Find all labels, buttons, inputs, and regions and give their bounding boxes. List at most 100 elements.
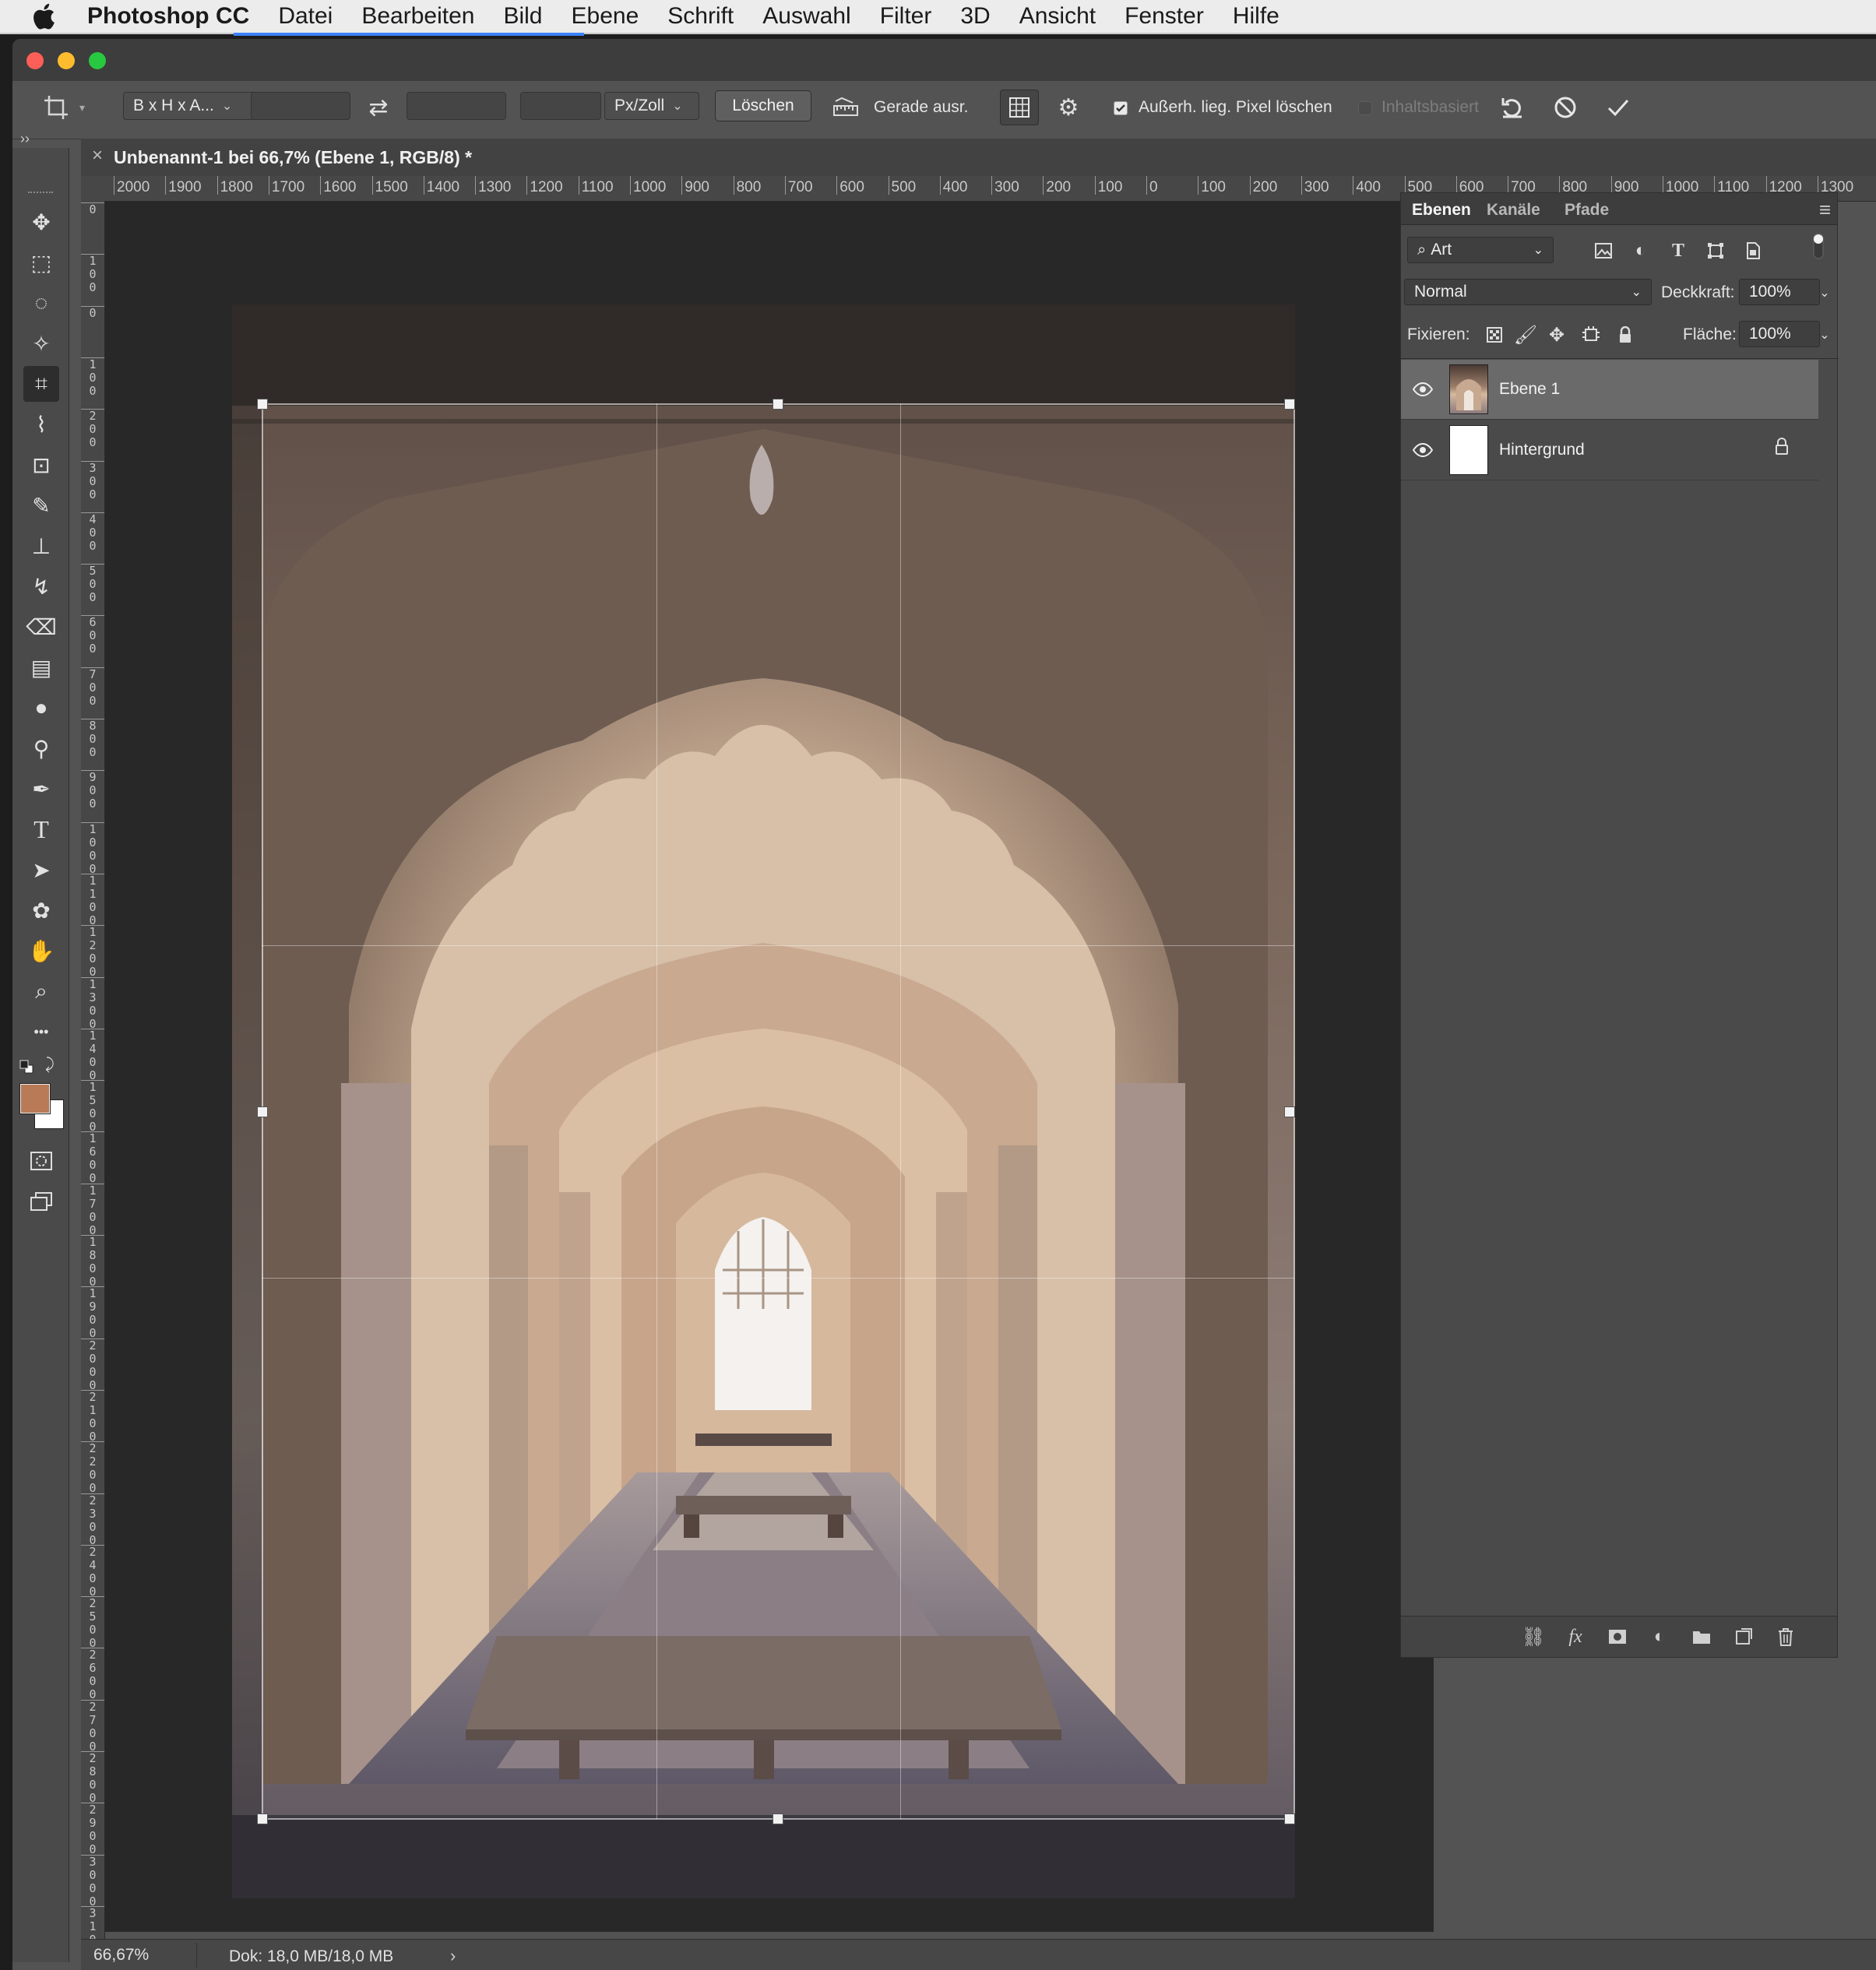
filter-adjustment-layers-icon[interactable]: ◐ (1628, 238, 1653, 263)
swap-dimensions-icon[interactable]: ⇄ (363, 92, 394, 123)
document-size-info[interactable]: Dok: 18,0 MB/18,0 MB (229, 1947, 393, 1966)
new-group-folder-icon[interactable] (1689, 1624, 1714, 1649)
clear-button[interactable]: Löschen (715, 90, 811, 121)
document-tab[interactable]: × Unbenannt-1 bei 66,7% (Ebene 1, RGB/8)… (81, 139, 1876, 176)
content-aware-checkbox[interactable] (1358, 101, 1372, 115)
dodge-tool-icon[interactable]: ⚲ (23, 730, 59, 766)
eraser-tool-icon[interactable]: ⌫ (23, 609, 59, 645)
history-brush-tool-icon[interactable]: ↯ (23, 568, 59, 604)
layer-name[interactable]: Ebene 1 (1499, 380, 1560, 399)
collapse-toolbar-icon[interactable]: ›› (20, 131, 30, 147)
layer-row-ebene-1[interactable]: Ebene 1 (1401, 360, 1818, 420)
vertical-ruler[interactable]: 0100010020030040050060070080090010001100… (81, 201, 105, 1970)
lock-all-icon[interactable] (1613, 322, 1638, 347)
add-mask-icon[interactable] (1605, 1624, 1630, 1649)
pen-tool-icon[interactable]: ✒ (23, 771, 59, 807)
gradient-tool-icon[interactable]: ▤ (23, 649, 59, 685)
default-colors-icon[interactable] (19, 1059, 34, 1075)
crop-handle-left[interactable] (257, 1106, 268, 1117)
lasso-tool-icon[interactable]: ◌ (23, 285, 59, 321)
layer-row-hintergrund[interactable]: Hintergrund (1401, 420, 1818, 480)
status-menu-chevron-icon[interactable]: › (450, 1946, 456, 1966)
crop-handle-bottom-right[interactable] (1284, 1813, 1295, 1824)
menu-filter[interactable]: Filter (880, 3, 932, 30)
menu-auswahl[interactable]: Auswahl (762, 3, 850, 30)
tab-pfade[interactable]: Pfade (1565, 201, 1609, 220)
crop-tool-preset-icon[interactable] (40, 92, 72, 123)
filter-shape-layers-icon[interactable] (1703, 238, 1728, 263)
lock-transparent-pixels-icon[interactable] (1482, 322, 1507, 347)
opacity-dropdown-icon[interactable]: ⌄ (1812, 280, 1837, 305)
overlay-grid-icon[interactable] (1000, 90, 1039, 125)
reset-crop-icon[interactable] (1497, 92, 1528, 123)
filter-type-layers-icon[interactable]: T (1666, 238, 1691, 263)
filter-pixel-layers-icon[interactable] (1591, 238, 1616, 263)
apple-menu-icon[interactable] (31, 3, 56, 30)
magic-wand-tool-icon[interactable]: ✧ (23, 325, 59, 361)
menu-hilfe[interactable]: Hilfe (1233, 3, 1279, 30)
menu-bearbeiten[interactable]: Bearbeiten (361, 3, 474, 30)
filter-smart-objects-icon[interactable] (1740, 238, 1765, 263)
path-selection-tool-icon[interactable]: ➤ (23, 852, 59, 888)
move-tool-icon[interactable]: ✥ (23, 204, 59, 240)
lock-artboard-icon[interactable] (1579, 322, 1603, 347)
trash-delete-layer-icon[interactable] (1773, 1624, 1798, 1649)
crop-handle-bottom-left[interactable] (257, 1813, 268, 1824)
toolbar-grip[interactable] (28, 192, 53, 196)
menu-fenster[interactable]: Fenster (1125, 3, 1204, 30)
fx-layer-style-icon[interactable]: fx (1563, 1624, 1588, 1649)
menu-ansicht[interactable]: Ansicht (1019, 3, 1096, 30)
document-image[interactable] (232, 304, 1295, 1898)
window-maximize-button[interactable] (89, 52, 106, 69)
resolution-field[interactable] (520, 92, 601, 120)
crop-settings-gear-icon[interactable]: ⚙ (1053, 92, 1084, 123)
clone-stamp-tool-icon[interactable]: ⊥ (23, 528, 59, 564)
crop-width-field[interactable] (251, 92, 350, 120)
eyedropper-tool-icon[interactable]: ⌇ (23, 406, 59, 442)
brush-tool-icon[interactable]: ✎ (23, 487, 59, 523)
menu-schrift[interactable]: Schrift (667, 3, 734, 30)
opacity-field[interactable]: 100% (1739, 279, 1820, 305)
crop-tool-icon[interactable]: ⌗ (23, 366, 59, 402)
spot-healing-tool-icon[interactable]: ⊡ (23, 447, 59, 483)
tab-kanaele[interactable]: Kanäle (1487, 201, 1540, 220)
blend-mode-select[interactable]: Normal ⌄ (1404, 279, 1652, 305)
delete-cropped-pixels-label[interactable]: Außerh. lieg. Pixel löschen (1139, 98, 1332, 117)
delete-cropped-pixels-checkbox[interactable] (1114, 101, 1128, 115)
zoom-level-field[interactable]: 66,67% (93, 1946, 179, 1966)
fill-field[interactable]: 100% (1739, 321, 1820, 347)
eye-visibility-icon[interactable] (1412, 378, 1434, 400)
resolution-unit-select[interactable]: Px/Zoll ⌄ (604, 92, 699, 120)
type-tool-icon[interactable]: T (23, 811, 59, 847)
layer-filter-kind-select[interactable]: ⌕ Art ⌄ (1407, 237, 1554, 263)
foreground-color-swatch[interactable] (19, 1083, 51, 1114)
close-document-icon[interactable]: × (92, 145, 103, 167)
swap-colors-icon[interactable]: ⤸ (45, 1056, 55, 1074)
more-tool-icon[interactable]: ••• (23, 1014, 59, 1050)
layer-name[interactable]: Hintergrund (1499, 441, 1585, 459)
window-close-button[interactable] (26, 52, 44, 69)
straighten-icon[interactable] (830, 92, 861, 123)
straighten-label[interactable]: Gerade ausr. (874, 98, 968, 117)
crop-handle-right[interactable] (1284, 1106, 1295, 1117)
menu-3d[interactable]: 3D (960, 3, 990, 30)
hand-tool-icon[interactable]: ✋ (23, 933, 59, 969)
new-adjustment-layer-icon[interactable]: ◐ (1647, 1624, 1672, 1649)
tab-ebenen[interactable]: Ebenen (1412, 201, 1471, 220)
zoom-tool-icon[interactable]: ⌕ (23, 973, 59, 1009)
custom-shape-tool-icon[interactable]: ✿ (23, 892, 59, 928)
menu-ebene[interactable]: Ebene (572, 3, 639, 30)
window-minimize-button[interactable] (58, 52, 75, 69)
crop-handle-top-left[interactable] (257, 399, 268, 410)
cancel-crop-icon[interactable] (1550, 92, 1581, 123)
screen-mode-icon[interactable] (23, 1184, 59, 1219)
document-canvas[interactable] (105, 202, 1434, 1932)
lock-position-move-icon[interactable]: ✥ (1544, 322, 1569, 347)
menu-datei[interactable]: Datei (278, 3, 333, 30)
chevron-down-icon[interactable]: ▾ (79, 101, 85, 114)
menu-bild[interactable]: Bild (503, 3, 542, 30)
panel-menu-icon[interactable]: ≡ (1819, 198, 1831, 222)
commit-crop-icon[interactable] (1603, 92, 1634, 123)
crop-height-field[interactable] (407, 92, 506, 120)
eye-visibility-icon[interactable] (1412, 439, 1434, 461)
